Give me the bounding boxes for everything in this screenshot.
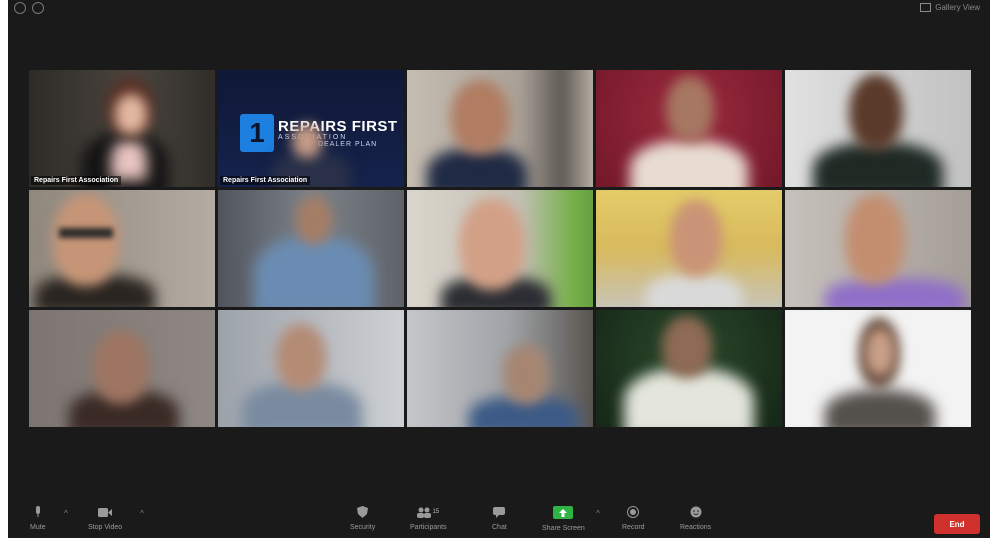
chat-label: Chat [492,524,507,531]
participant-body [254,236,374,307]
participant-tile[interactable]: Repairs First Association [29,70,215,187]
participant-face [292,124,322,158]
gallery-grid: Repairs First Association 1 REPAIRS FIRS… [29,70,971,427]
video-options-chevron-icon[interactable]: ^ [140,509,144,518]
reactions-label: Reactions [680,524,712,531]
logo-extra-text: DEALER PLAN [318,140,378,148]
stop-video-button[interactable]: Stop Video [88,506,122,531]
participant-face [93,330,149,404]
zoom-meeting-window: Gallery View Repairs First Association 1… [8,0,990,538]
security-shield-icon [356,506,370,518]
participant-body [825,390,935,427]
participant-face [503,344,549,404]
participant-body [630,140,748,187]
video-camera-icon [98,506,113,518]
reactions-smiley-icon [689,506,703,518]
participant-shirt [111,140,147,180]
participant-tile[interactable]: 1 REPAIRS FIRST ASSOCIATION DEALER PLAN … [218,70,404,187]
participant-tile[interactable] [596,310,782,427]
participants-icon: 15 [417,506,439,518]
participant-tile[interactable] [785,310,971,427]
record-label: Record [622,524,645,531]
participant-face [849,74,903,150]
participant-face [845,194,905,284]
meeting-toolbar: Mute ^ Stop Video ^ Security 15 Particip… [8,500,990,538]
participant-face [53,194,119,286]
chat-bubble-icon [492,506,506,518]
gallery-view-icon [920,3,932,12]
participant-face [865,328,895,376]
record-icon [626,506,640,518]
microphone-icon [31,506,45,518]
participant-tile[interactable] [596,70,782,187]
logo-mark-icon: 1 [240,114,274,152]
view-switcher[interactable]: Gallery View [920,3,980,12]
security-shield-icon[interactable] [14,2,26,14]
participant-face [459,198,525,290]
stop-video-label: Stop Video [88,524,123,531]
glasses-shape [59,228,113,238]
participants-count: 15 [432,509,440,515]
security-label: Security [350,524,376,531]
participant-tile[interactable] [407,190,593,307]
participant-name-label: Repairs First Association [220,176,311,185]
participant-face [666,76,714,142]
participant-tile[interactable] [218,310,404,427]
participant-tile[interactable] [785,70,971,187]
participant-face [276,324,326,390]
view-label: Gallery View [935,3,980,12]
audio-options-chevron-icon[interactable]: ^ [64,509,68,518]
participant-tile[interactable] [29,310,215,427]
participant-tile[interactable] [29,190,215,307]
participant-face [670,200,722,276]
participants-label: Participants [410,524,447,531]
participants-button[interactable]: 15 Participants [410,506,447,531]
participant-tile[interactable] [218,190,404,307]
top-left-icons [14,2,44,14]
participant-face [296,196,332,244]
participant-face [115,94,147,134]
participant-face [451,80,509,154]
participant-body [646,274,742,307]
share-screen-button[interactable]: Share Screen [542,506,585,532]
participant-tile[interactable] [596,190,782,307]
share-options-chevron-icon[interactable]: ^ [596,509,600,518]
record-button[interactable]: Record [622,506,645,531]
reactions-button[interactable]: Reactions [680,506,711,531]
participant-tile[interactable] [407,310,593,427]
participant-face [662,316,712,378]
security-button[interactable]: Security [350,506,375,531]
end-meeting-button[interactable]: End [934,514,980,534]
participant-body [825,278,965,307]
participant-tile[interactable] [407,70,593,187]
participant-tile[interactable] [785,190,971,307]
share-screen-icon [553,506,574,519]
participant-name-label: Repairs First Association [31,176,122,185]
mute-label: Mute [30,524,46,531]
share-screen-label: Share Screen [542,525,585,532]
info-icon[interactable] [32,2,44,14]
mute-button[interactable]: Mute [30,506,46,531]
chat-button[interactable]: Chat [492,506,507,531]
top-bar: Gallery View [8,0,990,18]
